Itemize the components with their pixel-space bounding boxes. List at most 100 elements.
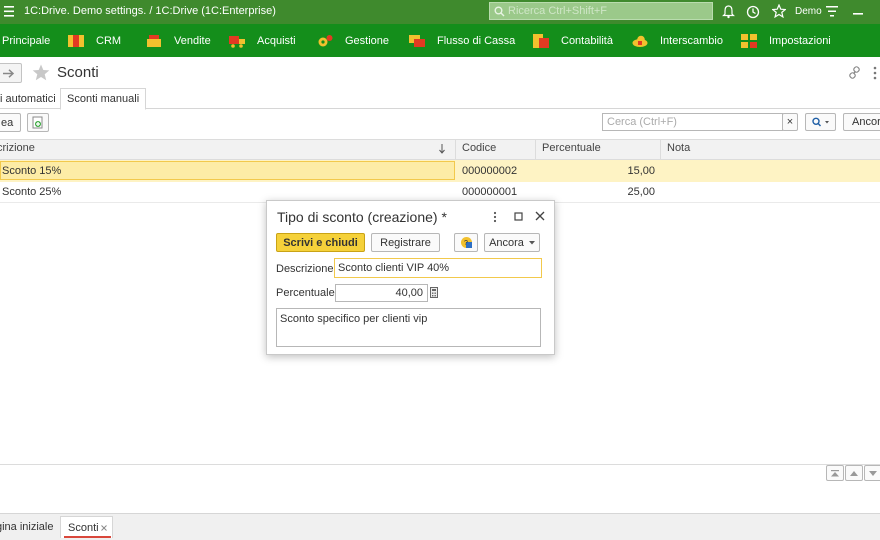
- menu-item-interscambio[interactable]: Interscambio: [632, 24, 723, 57]
- create-button[interactable]: ea: [0, 113, 21, 132]
- history-icon[interactable]: [746, 5, 760, 19]
- ledger-icon: [533, 33, 549, 48]
- column-header-codice[interactable]: Codice: [462, 142, 496, 158]
- tab-sconti-window[interactable]: Sconti: [60, 516, 113, 538]
- column-header-percentuale[interactable]: Percentuale: [542, 142, 601, 158]
- cell-percentuale: 25,00: [627, 186, 655, 198]
- chevron-down-icon: [528, 240, 535, 244]
- window-title: 1C:Drive. Demo settings. / 1C:Drive (1C:…: [24, 5, 276, 17]
- write-and-close-button[interactable]: Scrivi e chiudi: [276, 233, 365, 252]
- cell-descrizione: Sconto 25%: [2, 186, 62, 198]
- sections-menu-bar: Principale CRM Vendite Acquisti Gestione…: [0, 24, 880, 57]
- title-bar: 1C:Drive. Demo settings. / 1C:Drive (1C:…: [0, 0, 880, 24]
- global-search-input[interactable]: Ricerca Ctrl+Shift+F: [489, 2, 713, 20]
- more-button[interactable]: Ancor: [843, 113, 880, 131]
- copy-button[interactable]: [27, 113, 49, 132]
- global-search-placeholder: Ricerca Ctrl+Shift+F: [508, 5, 608, 17]
- descrizione-value: Sconto clienti VIP 40%: [338, 262, 450, 274]
- cell-descrizione: Sconto 15%: [2, 165, 62, 177]
- menu-item-label: Impostazioni: [769, 34, 831, 47]
- star-icon[interactable]: [772, 4, 786, 18]
- list-search-input[interactable]: Cerca (Ctrl+F): [602, 113, 783, 131]
- tab-sconti-label: Sconti: [68, 522, 99, 534]
- cell-codice: 000000001: [462, 186, 518, 198]
- scroll-down-button[interactable]: [864, 465, 880, 481]
- bell-icon[interactable]: [722, 5, 735, 19]
- search-options-button[interactable]: [805, 113, 836, 131]
- sort-descending-icon[interactable]: [439, 144, 445, 154]
- table-bottom-border: [0, 464, 880, 465]
- tab-sconti-manuali[interactable]: Sconti manuali: [60, 88, 147, 110]
- calculator-icon[interactable]: [430, 287, 438, 298]
- scroll-top-button[interactable]: [826, 465, 844, 481]
- user-name[interactable]: Demo: [795, 6, 822, 17]
- column-header-descrizione[interactable]: crizione: [0, 142, 35, 158]
- forward-button[interactable]: [0, 63, 22, 83]
- more-actions-icon[interactable]: [873, 66, 877, 80]
- truck-icon: [229, 35, 245, 48]
- percentuale-input[interactable]: 40,00: [335, 284, 428, 302]
- register-button[interactable]: Registrare: [371, 233, 440, 252]
- column-header-nota[interactable]: Nota: [667, 142, 690, 158]
- column-divider: [660, 139, 661, 160]
- menu-item-vendite[interactable]: Vendite: [146, 24, 211, 57]
- crm-icon: [68, 34, 84, 47]
- settings-grid-icon: [741, 33, 757, 48]
- add-copy-icon: [32, 116, 43, 129]
- arrow-right-icon: [3, 69, 15, 78]
- menu-item-label: Contabilità: [561, 34, 613, 47]
- cash-register-icon: [147, 34, 161, 47]
- menu-item-label: Acquisti: [257, 34, 296, 47]
- maximize-icon[interactable]: [514, 212, 523, 221]
- dialog-more-button[interactable]: Ancora: [484, 233, 540, 252]
- column-divider: [535, 139, 536, 160]
- menu-item-impostazioni[interactable]: Impostazioni: [741, 24, 831, 57]
- comment-value: Sconto specifico per clienti vip: [280, 313, 428, 325]
- dialog-more-icon[interactable]: [493, 211, 497, 223]
- dialog-title: Tipo di sconto (creazione) *: [277, 209, 447, 225]
- menu-item-label: Principale: [2, 34, 51, 47]
- menu-item-contabilita[interactable]: Contabilità: [533, 24, 613, 57]
- link-icon[interactable]: [848, 66, 861, 79]
- table-row[interactable]: Sconto 15% 000000002 15,00: [0, 160, 880, 182]
- close-icon[interactable]: [535, 211, 545, 221]
- help-button[interactable]: ?: [454, 233, 478, 252]
- menu-item-gestione[interactable]: Gestione: [317, 24, 389, 57]
- list-search-placeholder: Cerca (Ctrl+F): [607, 116, 677, 128]
- descrizione-label: Descrizione:: [276, 263, 337, 275]
- active-tab-indicator: [64, 536, 111, 538]
- menu-item-acquisti[interactable]: Acquisti: [229, 24, 296, 57]
- money-icon: [409, 34, 425, 47]
- close-tab-icon[interactable]: [101, 525, 107, 531]
- cloud-icon: [632, 35, 648, 47]
- menu-item-flusso-di-cassa[interactable]: Flusso di Cassa: [409, 24, 515, 57]
- hamburger-menu-icon[interactable]: [4, 6, 14, 17]
- favorite-star-icon[interactable]: [32, 64, 50, 81]
- comment-textarea[interactable]: Sconto specifico per clienti vip: [276, 308, 541, 347]
- menu-item-crm[interactable]: CRM: [68, 24, 121, 57]
- menu-item-label: Gestione: [345, 34, 390, 47]
- search-icon: [494, 6, 505, 17]
- menu-item-principale[interactable]: Principale: [2, 24, 50, 57]
- page-title: Sconti: [57, 64, 99, 81]
- percentuale-label: Percentuale:: [276, 287, 338, 299]
- discount-type-dialog: Tipo di sconto (creazione) * Scrivi e ch…: [266, 200, 555, 355]
- svg-text:?: ?: [464, 240, 468, 247]
- minimize-icon[interactable]: [853, 13, 863, 15]
- cell-codice: 000000002: [462, 165, 518, 177]
- open-windows-bar: [0, 513, 880, 540]
- clear-search-button[interactable]: ×: [782, 113, 798, 131]
- tab-pagina-iniziale[interactable]: gina iniziale: [0, 521, 53, 533]
- gears-icon: [318, 34, 333, 46]
- percentuale-value: 40,00: [395, 287, 423, 299]
- menu-item-label: Flusso di Cassa: [437, 34, 516, 47]
- double-up-icon: [831, 469, 839, 476]
- descrizione-input[interactable]: Sconto clienti VIP 40%: [334, 258, 542, 278]
- tab-sconti-automatici[interactable]: i automatici: [0, 89, 62, 109]
- settings-menu-icon[interactable]: [826, 6, 838, 17]
- column-divider: [455, 139, 456, 160]
- scroll-up-button[interactable]: [845, 465, 863, 481]
- chevron-up-icon: [850, 470, 858, 476]
- chevron-down-icon: [869, 470, 877, 476]
- menu-item-label: Interscambio: [660, 34, 723, 47]
